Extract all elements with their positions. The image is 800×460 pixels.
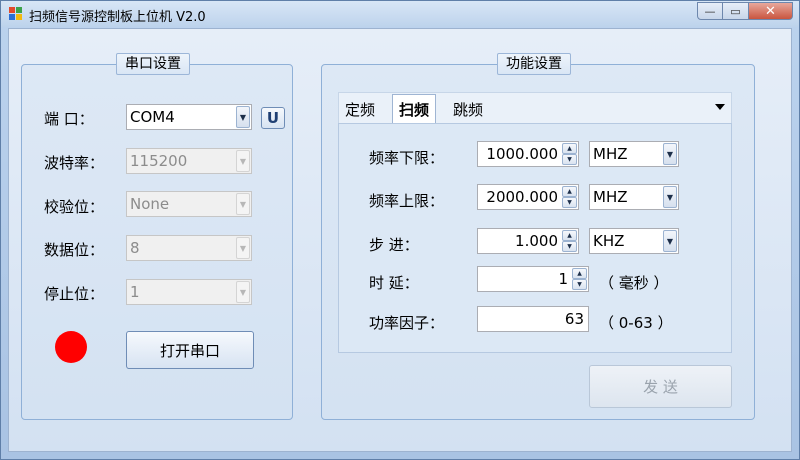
stepper-arrows[interactable]: ▲ ▼	[562, 186, 577, 208]
lower-freq-label: 频率下限：	[369, 149, 445, 167]
baud-select[interactable]: 115200 ▼	[126, 148, 252, 174]
databits-label: 数据位：	[44, 241, 105, 259]
stepper-arrows[interactable]: ▲ ▼	[562, 143, 577, 165]
parity-select[interactable]: None ▼	[126, 191, 252, 217]
databits-value: 8	[130, 239, 140, 257]
chevron-down-icon[interactable]: ▼	[236, 106, 250, 128]
function-settings-title: 功能设置	[497, 53, 571, 75]
baud-value: 115200	[130, 152, 188, 170]
title-bar[interactable]: 扫频信号源控制板上位机 V2.0 — ▭ ✕	[1, 1, 799, 27]
step-value: 1.000	[515, 232, 558, 250]
delay-unit: （ 毫秒 ）	[599, 274, 669, 292]
tab-hopping[interactable]: 跳频	[453, 99, 483, 120]
chevron-down-icon[interactable]: ▼	[663, 230, 677, 252]
maximize-icon: ▭	[730, 4, 741, 18]
power-label: 功率因子：	[369, 314, 445, 332]
databits-select[interactable]: 8 ▼	[126, 235, 252, 261]
stopbits-value: 1	[130, 283, 140, 301]
upper-freq-label: 频率上限：	[369, 192, 445, 210]
baud-label: 波特率：	[44, 154, 105, 172]
stepper-down-icon[interactable]: ▼	[572, 279, 587, 290]
window-title: 扫频信号源控制板上位机 V2.0	[29, 10, 206, 25]
stepper-up-icon[interactable]: ▲	[562, 186, 577, 197]
app-window: 扫频信号源控制板上位机 V2.0 — ▭ ✕ 串口设置 端 口： COM4 ▼ …	[0, 0, 800, 460]
chevron-down-icon[interactable]: ▼	[663, 186, 677, 208]
send-button[interactable]: 发 送	[589, 365, 732, 408]
chevron-down-icon: ▼	[236, 150, 250, 172]
delay-stepper[interactable]: 1 ▲ ▼	[477, 266, 589, 292]
lower-freq-unit: MHZ	[593, 145, 628, 163]
tab-strip: 定频 扫频 跳频	[338, 92, 732, 125]
stepper-up-icon[interactable]: ▲	[562, 143, 577, 154]
lower-freq-value: 1000.000	[486, 145, 558, 163]
stopbits-label: 停止位：	[44, 285, 105, 303]
step-unit: KHZ	[593, 232, 625, 250]
lower-freq-unit-select[interactable]: MHZ ▼	[589, 141, 679, 167]
stopbits-select[interactable]: 1 ▼	[126, 279, 252, 305]
tab-overflow-icon[interactable]	[715, 104, 725, 110]
stepper-down-icon[interactable]: ▼	[562, 241, 577, 252]
refresh-ports-button[interactable]: U	[261, 107, 285, 129]
upper-freq-unit: MHZ	[593, 188, 628, 206]
chevron-down-icon: ▼	[236, 193, 250, 215]
port-select[interactable]: COM4 ▼	[126, 104, 252, 130]
stepper-up-icon[interactable]: ▲	[562, 230, 577, 241]
power-range: （ 0-63 ）	[599, 314, 673, 332]
upper-freq-value: 2000.000	[486, 188, 558, 206]
power-input[interactable]: 63	[477, 306, 589, 332]
minimize-button[interactable]: —	[697, 2, 723, 20]
open-port-button[interactable]: 打开串口	[126, 331, 254, 369]
chevron-down-icon: ▼	[236, 237, 250, 259]
step-unit-select[interactable]: KHZ ▼	[589, 228, 679, 254]
port-label: 端 口：	[44, 110, 94, 128]
stepper-down-icon[interactable]: ▼	[562, 197, 577, 208]
app-icon	[9, 7, 23, 21]
window-controls: — ▭ ✕	[697, 2, 793, 20]
close-icon: ✕	[765, 3, 776, 19]
upper-freq-stepper[interactable]: 2000.000 ▲ ▼	[477, 184, 579, 210]
lower-freq-stepper[interactable]: 1000.000 ▲ ▼	[477, 141, 579, 167]
connection-status-indicator	[55, 331, 87, 363]
step-label: 步 进：	[369, 236, 419, 254]
chevron-down-icon: ▼	[236, 281, 250, 303]
upper-freq-unit-select[interactable]: MHZ ▼	[589, 184, 679, 210]
port-value: COM4	[130, 108, 175, 126]
close-button[interactable]: ✕	[749, 2, 793, 20]
power-value: 63	[564, 310, 584, 328]
stepper-down-icon[interactable]: ▼	[562, 154, 577, 165]
step-stepper[interactable]: 1.000 ▲ ▼	[477, 228, 579, 254]
stepper-arrows[interactable]: ▲ ▼	[562, 230, 577, 252]
serial-settings-title: 串口设置	[116, 53, 190, 75]
parity-value: None	[130, 195, 170, 213]
tab-fixed-frequency[interactable]: 定频	[345, 99, 375, 120]
tab-sweep[interactable]: 扫频	[392, 94, 437, 125]
stepper-arrows[interactable]: ▲ ▼	[572, 268, 587, 290]
minimize-icon: —	[704, 4, 716, 18]
chevron-down-icon[interactable]: ▼	[663, 143, 677, 165]
parity-label: 校验位：	[44, 198, 105, 216]
maximize-button[interactable]: ▭	[723, 2, 749, 20]
stepper-up-icon[interactable]: ▲	[572, 268, 587, 279]
delay-label: 时 延：	[369, 274, 419, 292]
delay-value: 1	[558, 270, 568, 288]
